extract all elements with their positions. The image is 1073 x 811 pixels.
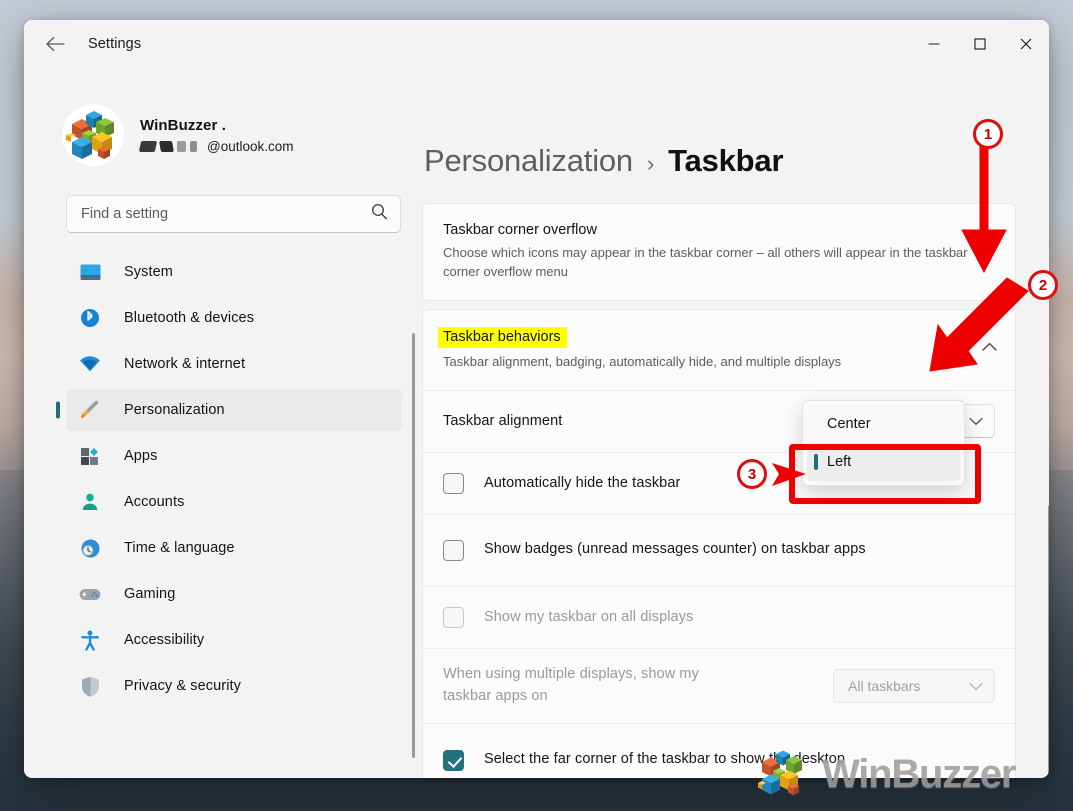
page-title: Taskbar xyxy=(668,143,784,178)
show-badges-checkbox[interactable] xyxy=(443,539,464,561)
redacted-block xyxy=(177,140,186,152)
breadcrumb-separator: › xyxy=(646,151,655,176)
minimize-button[interactable] xyxy=(911,20,957,68)
sidebar-item-label: Personalization xyxy=(124,402,225,418)
sidebar-item-system[interactable]: System xyxy=(66,251,402,293)
sidebar-item-accounts[interactable]: Accounts xyxy=(66,481,402,523)
redacted-block xyxy=(138,140,158,152)
avatar xyxy=(62,104,124,166)
row-label: When using multiple displays, show my ta… xyxy=(443,665,699,704)
account-name: WinBuzzer . xyxy=(140,116,226,134)
row-label: Taskbar alignment xyxy=(443,413,563,430)
breadcrumb: Personalization › Taskbar xyxy=(424,143,1049,179)
sidebar-item-apps[interactable]: Apps xyxy=(66,435,402,477)
row-far-corner-show-desktop[interactable]: Select the far corner of the taskbar to … xyxy=(423,722,1015,778)
card-subtitle: Taskbar alignment, badging, automaticall… xyxy=(443,353,842,369)
sidebar-item-network-internet[interactable]: Network & internet xyxy=(66,343,402,385)
taskbar-alignment-flyout: Center Left xyxy=(802,400,965,486)
gamepad-icon xyxy=(78,583,102,605)
account-header[interactable]: WinBuzzer . @outlook.com xyxy=(62,104,420,166)
card-header[interactable]: Taskbar corner overflow Choose which ico… xyxy=(423,204,1015,300)
row-multi-display-apps: When using multiple displays, show my ta… xyxy=(423,647,1015,723)
back-arrow-icon[interactable] xyxy=(38,27,72,61)
account-text: WinBuzzer . @outlook.com xyxy=(138,116,294,154)
dropdown-option-left[interactable]: Left xyxy=(807,443,960,481)
sidebar-item-label: System xyxy=(124,264,173,280)
sidebar: WinBuzzer . @outlook.com Find a setting … xyxy=(24,68,420,778)
card-taskbar-behaviors: Taskbar behaviors Taskbar alignment, bad… xyxy=(422,308,1016,778)
redacted-block xyxy=(159,140,174,152)
account-email-suffix: @outlook.com xyxy=(207,138,294,154)
shield-icon xyxy=(78,675,102,697)
all-displays-checkbox xyxy=(443,606,464,628)
apps-grid-icon xyxy=(78,445,102,467)
card-taskbar-corner-overflow[interactable]: Taskbar corner overflow Choose which ico… xyxy=(422,203,1016,301)
multi-display-dropdown: All taskbars xyxy=(833,668,995,703)
dropdown-option-center[interactable]: Center xyxy=(807,405,960,443)
wifi-icon xyxy=(78,353,102,375)
sidebar-item-label: Accessibility xyxy=(124,632,205,648)
chevron-down-icon xyxy=(969,678,983,694)
card-header-taskbar-behaviors[interactable]: Taskbar behaviors Taskbar alignment, bad… xyxy=(423,310,1015,390)
row-show-badges[interactable]: Show badges (unread messages counter) on… xyxy=(423,513,1015,586)
row-label: Show my taskbar on all displays xyxy=(484,609,694,626)
card-title-highlighted: Taskbar behaviors xyxy=(438,326,567,348)
sidebar-item-gaming[interactable]: Gaming xyxy=(66,573,402,615)
sidebar-item-label: Network & internet xyxy=(124,356,246,372)
sidebar-item-label: Time & language xyxy=(124,540,235,556)
close-button[interactable] xyxy=(1003,20,1049,68)
dropdown-value: All taskbars xyxy=(848,677,921,694)
sidebar-item-label: Accounts xyxy=(124,494,185,510)
sidebar-item-label: Gaming xyxy=(124,586,176,602)
settings-cards: Taskbar corner overflow Choose which ico… xyxy=(422,203,1016,778)
person-icon xyxy=(78,491,102,513)
sidebar-item-personalization[interactable]: Personalization xyxy=(66,389,402,431)
clock-globe-icon xyxy=(78,537,102,559)
sidebar-item-label: Apps xyxy=(124,448,158,464)
row-label: Select the far corner of the taskbar to … xyxy=(484,751,846,768)
chevron-up-icon[interactable] xyxy=(982,338,997,356)
breadcrumb-parent[interactable]: Personalization xyxy=(424,143,633,179)
search-icon xyxy=(371,203,388,225)
monitor-icon xyxy=(78,261,102,283)
caption-buttons xyxy=(911,20,1049,68)
card-subtitle: Choose which icons may appear in the tas… xyxy=(443,245,968,279)
account-email: @outlook.com xyxy=(138,138,294,154)
sidebar-nav-list: System Bluetooth & devices Network & int… xyxy=(24,251,420,707)
card-title: Taskbar corner overflow xyxy=(443,222,597,238)
content-scrollbar[interactable] xyxy=(1048,505,1049,778)
sidebar-item-label: Privacy & security xyxy=(124,678,242,694)
sidebar-item-bluetooth-devices[interactable]: Bluetooth & devices xyxy=(66,297,402,339)
maximize-button[interactable] xyxy=(957,20,1003,68)
row-label: Automatically hide the taskbar xyxy=(484,475,681,492)
redacted-block xyxy=(190,140,197,152)
title-bar: Settings xyxy=(24,20,1049,68)
search-box[interactable] xyxy=(66,195,401,233)
paintbrush-icon xyxy=(78,399,102,421)
auto-hide-checkbox[interactable] xyxy=(443,472,464,494)
far-corner-checkbox[interactable] xyxy=(443,749,464,771)
row-show-taskbar-all-displays: Show my taskbar on all displays xyxy=(423,585,1015,648)
sidebar-item-time-language[interactable]: Time & language xyxy=(66,527,402,569)
sidebar-item-privacy-security[interactable]: Privacy & security xyxy=(66,665,402,707)
window-title: Settings xyxy=(88,36,142,52)
sidebar-scrollbar[interactable] xyxy=(412,333,415,758)
row-label: Show badges (unread messages counter) on… xyxy=(484,541,866,558)
accessibility-person-icon xyxy=(78,629,102,651)
sidebar-item-accessibility[interactable]: Accessibility xyxy=(66,619,402,661)
settings-window: Settings WinBuzzer . @outlook.com Find a… xyxy=(24,20,1049,778)
chevron-down-icon xyxy=(969,413,983,429)
sidebar-item-label: Bluetooth & devices xyxy=(124,310,255,326)
bluetooth-icon xyxy=(78,307,102,329)
search-input[interactable] xyxy=(81,206,371,222)
